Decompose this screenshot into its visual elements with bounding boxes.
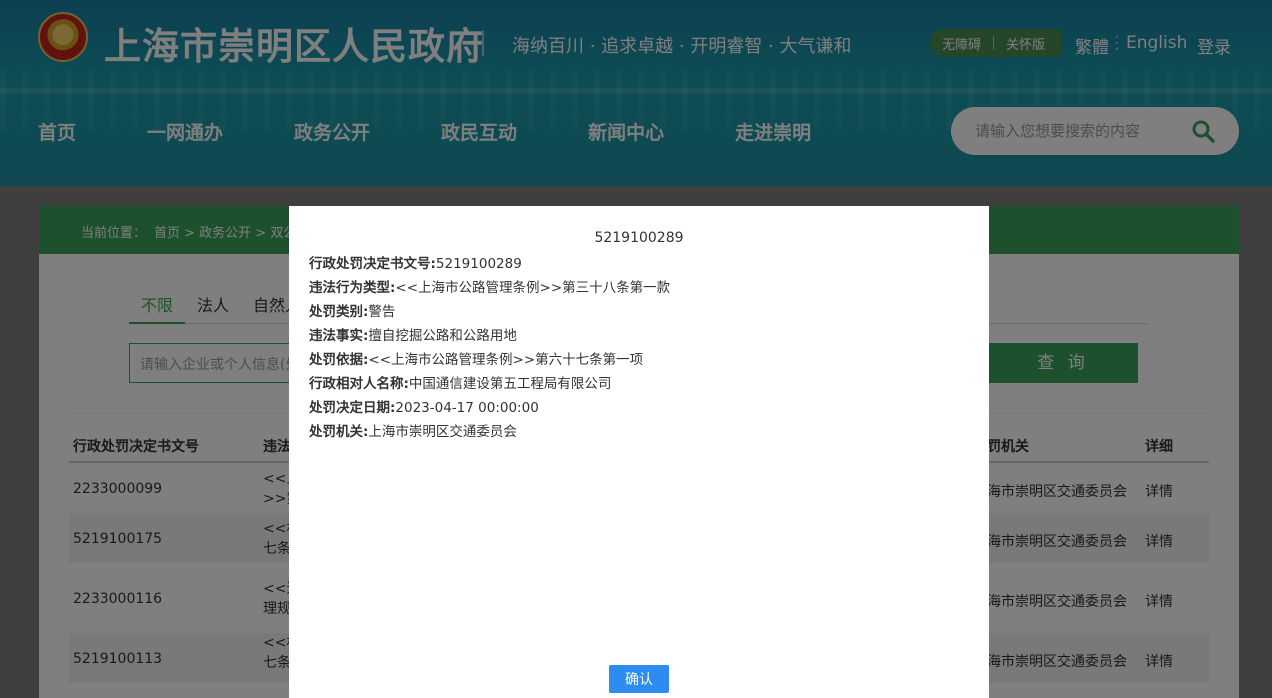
field-label: 行政相对人名称: bbox=[309, 376, 409, 392]
field-penalty-agency: 处罚机关:上海市崇明区交通委员会 bbox=[309, 420, 670, 444]
field-value: <<上海市公路管理条例>>第三十八条第一款 bbox=[395, 280, 671, 296]
field-label: 行政处罚决定书文号: bbox=[309, 256, 436, 272]
field-label: 处罚类别: bbox=[309, 304, 369, 320]
field-value: 擅自挖掘公路和公路用地 bbox=[368, 328, 517, 344]
field-value: 5219100289 bbox=[435, 256, 522, 272]
field-value: 2023-04-17 00:00:00 bbox=[395, 400, 539, 416]
field-doc-no: 行政处罚决定书文号:5219100289 bbox=[309, 252, 670, 276]
dialog-title: 5219100289 bbox=[594, 230, 684, 246]
field-label: 违法行为类型: bbox=[309, 280, 396, 296]
field-decision-date: 处罚决定日期:2023-04-17 00:00:00 bbox=[309, 396, 670, 420]
field-penalty-basis: 处罚依据:<<上海市公路管理条例>>第六十七条第一项 bbox=[309, 348, 670, 372]
field-value: 中国通信建设第五工程局有限公司 bbox=[408, 376, 612, 392]
field-label: 处罚决定日期: bbox=[309, 400, 396, 416]
dialog-fields: 行政处罚决定书文号:5219100289 违法行为类型:<<上海市公路管理条例>… bbox=[309, 252, 670, 444]
field-violation-facts: 违法事实:擅自挖掘公路和公路用地 bbox=[309, 324, 670, 348]
field-penalty-category: 处罚类别:警告 bbox=[309, 300, 670, 324]
field-label: 处罚机关: bbox=[309, 424, 369, 440]
confirm-button[interactable]: 确认 bbox=[609, 665, 669, 693]
field-label: 违法事实: bbox=[309, 328, 369, 344]
field-label: 处罚依据: bbox=[309, 352, 369, 368]
field-value: 上海市崇明区交通委员会 bbox=[368, 424, 517, 440]
field-counterparty-name: 行政相对人名称:中国通信建设第五工程局有限公司 bbox=[309, 372, 670, 396]
field-value: 警告 bbox=[368, 304, 396, 320]
penalty-detail-dialog: 5219100289 行政处罚决定书文号:5219100289 违法行为类型:<… bbox=[289, 206, 989, 698]
field-violation-type: 违法行为类型:<<上海市公路管理条例>>第三十八条第一款 bbox=[309, 276, 670, 300]
field-value: <<上海市公路管理条例>>第六十七条第一项 bbox=[368, 352, 644, 368]
